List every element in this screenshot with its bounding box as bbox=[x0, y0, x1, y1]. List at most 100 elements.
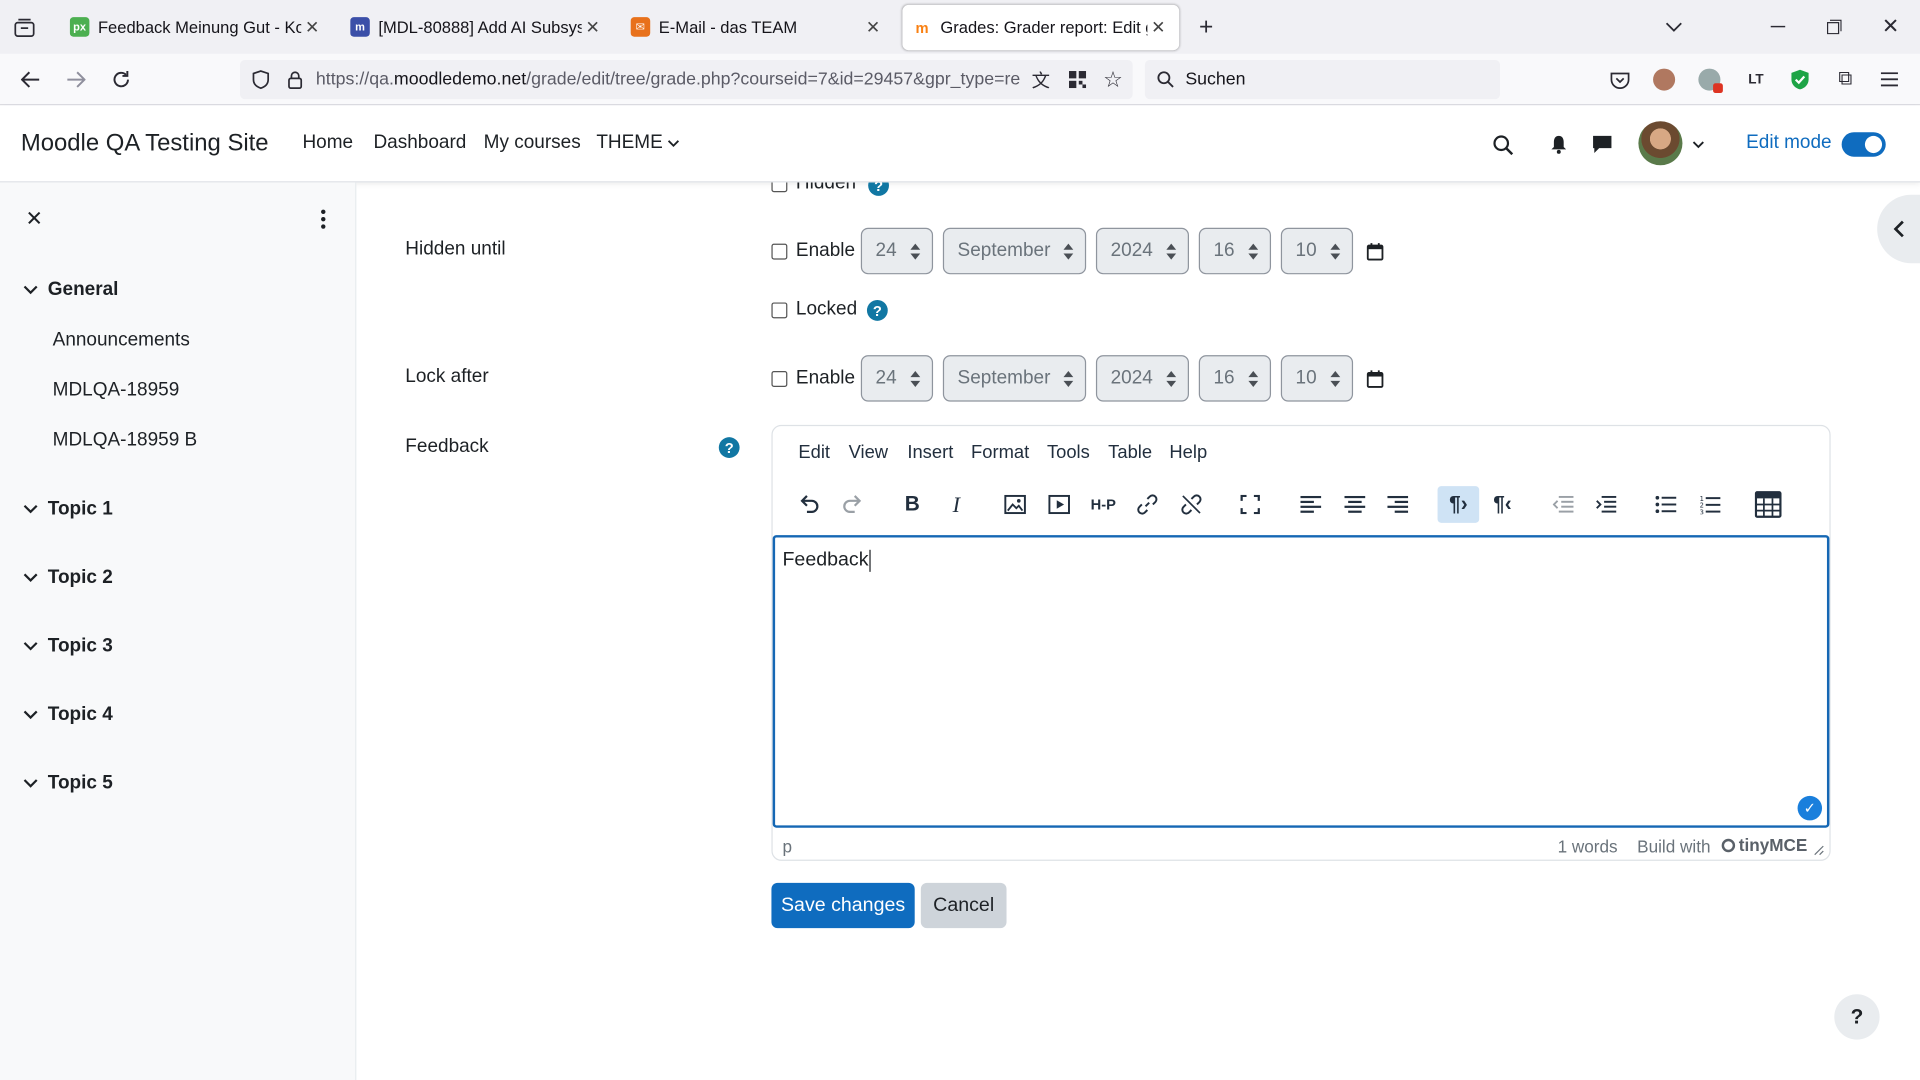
lock-after-minute-select[interactable]: 10 bbox=[1280, 355, 1354, 402]
hidden-checkbox[interactable] bbox=[771, 182, 788, 193]
new-tab-icon[interactable]: + bbox=[1194, 13, 1218, 40]
list-all-tabs-icon[interactable] bbox=[1663, 17, 1685, 37]
lock-icon[interactable] bbox=[284, 69, 306, 91]
h5p-icon[interactable]: H-P bbox=[1085, 486, 1122, 523]
close-tab-icon[interactable]: ✕ bbox=[582, 17, 604, 38]
italic-icon[interactable]: I bbox=[938, 486, 975, 523]
save-changes-button[interactable]: Save changes bbox=[771, 882, 915, 929]
cancel-button[interactable]: Cancel bbox=[920, 882, 1007, 929]
resize-handle-icon[interactable] bbox=[1813, 845, 1824, 856]
fullscreen-icon[interactable] bbox=[1232, 486, 1269, 523]
calendar-icon[interactable] bbox=[1366, 370, 1384, 388]
hidden-until-day-select[interactable]: 24 bbox=[860, 227, 934, 275]
more-options-icon[interactable] bbox=[312, 207, 334, 231]
hidden-until-minute-select[interactable]: 10 bbox=[1280, 227, 1354, 275]
browser-tab-2[interactable]: m [MDL-80888] Add AI Subsystem ✕ bbox=[350, 0, 603, 54]
user-menu-chevron-icon[interactable] bbox=[1691, 138, 1706, 150]
bold-icon[interactable]: B bbox=[894, 486, 931, 523]
menu-table[interactable]: Table bbox=[1108, 442, 1152, 463]
hidden-until-enable-checkbox[interactable] bbox=[771, 243, 788, 260]
activity-announcements[interactable]: Announcements bbox=[53, 329, 190, 351]
search-bar[interactable]: Suchen bbox=[1144, 60, 1501, 100]
align-center-icon[interactable] bbox=[1336, 486, 1373, 523]
close-drawer-icon[interactable]: ✕ bbox=[22, 207, 46, 231]
messages-icon[interactable] bbox=[1589, 132, 1613, 156]
close-window-icon[interactable]: ✕ bbox=[1878, 15, 1902, 39]
word-count[interactable]: 1 words bbox=[1558, 836, 1618, 856]
editor-content-area[interactable]: Feedback ✓ bbox=[772, 535, 1830, 828]
adblock-shield-icon[interactable] bbox=[1789, 69, 1811, 91]
hidden-until-hour-select[interactable]: 16 bbox=[1198, 227, 1272, 275]
hidden-until-year-select[interactable]: 2024 bbox=[1095, 227, 1189, 275]
rtl-direction-icon[interactable]: ¶‹ bbox=[1484, 486, 1521, 523]
menu-format[interactable]: Format bbox=[971, 442, 1029, 463]
image-icon[interactable] bbox=[997, 486, 1034, 523]
menu-icon[interactable] bbox=[1878, 69, 1900, 91]
nav-home[interactable]: Home bbox=[302, 132, 353, 154]
numbered-list-icon[interactable]: 123 bbox=[1691, 486, 1728, 523]
lock-after-year-select[interactable]: 2024 bbox=[1095, 355, 1189, 402]
browser-tab-active[interactable]: m Grades: Grader report: Edit grad ✕ bbox=[902, 4, 1180, 51]
section-topic-5[interactable]: Topic 5 bbox=[22, 773, 113, 795]
lock-after-day-select[interactable]: 24 bbox=[860, 355, 934, 402]
pocket-icon[interactable] bbox=[1608, 69, 1632, 91]
menu-tools[interactable]: Tools bbox=[1047, 442, 1090, 463]
redo-icon[interactable] bbox=[835, 486, 872, 523]
notifications-bell-icon[interactable] bbox=[1547, 132, 1571, 156]
ltr-direction-icon[interactable]: ¶› bbox=[1437, 486, 1480, 523]
lock-after-enable-checkbox[interactable] bbox=[771, 371, 788, 387]
outdent-icon[interactable] bbox=[1544, 486, 1581, 523]
lock-after-month-select[interactable]: September bbox=[942, 355, 1087, 402]
extension-icon[interactable] bbox=[1698, 68, 1723, 94]
media-icon[interactable] bbox=[1041, 486, 1078, 523]
section-general[interactable]: General bbox=[22, 279, 118, 301]
link-icon[interactable] bbox=[1129, 486, 1166, 523]
url-bar[interactable]: https://qa.moodledemo.net/grade/edit/tre… bbox=[240, 60, 1133, 100]
close-tab-icon[interactable]: ✕ bbox=[862, 17, 884, 38]
extensions-puzzle-icon[interactable]: ⧉ bbox=[1833, 69, 1857, 91]
section-topic-2[interactable]: Topic 2 bbox=[22, 567, 113, 589]
nav-theme[interactable]: THEME bbox=[596, 132, 680, 154]
hidden-until-month-select[interactable]: September bbox=[942, 227, 1087, 275]
back-icon[interactable] bbox=[17, 67, 44, 91]
forward-icon[interactable] bbox=[62, 67, 89, 91]
help-icon[interactable]: ? bbox=[866, 300, 888, 321]
tab-list-icon[interactable] bbox=[12, 17, 36, 39]
menu-help[interactable]: Help bbox=[1169, 442, 1207, 463]
activity-mdlqa-18959-b[interactable]: MDLQA-18959 B bbox=[53, 430, 198, 452]
undo-icon[interactable] bbox=[790, 486, 827, 523]
close-tab-icon[interactable]: ✕ bbox=[301, 17, 323, 38]
open-block-drawer-button[interactable] bbox=[1877, 194, 1920, 264]
menu-view[interactable]: View bbox=[849, 442, 888, 463]
element-path[interactable]: p bbox=[782, 836, 792, 856]
qr-code-icon[interactable] bbox=[1067, 69, 1089, 91]
close-tab-icon[interactable]: ✕ bbox=[1147, 17, 1169, 38]
site-name[interactable]: Moodle QA Testing Site bbox=[21, 130, 269, 158]
locked-checkbox[interactable] bbox=[771, 302, 788, 319]
table-icon[interactable] bbox=[1750, 486, 1787, 523]
section-topic-4[interactable]: Topic 4 bbox=[22, 704, 113, 726]
bullet-list-icon[interactable] bbox=[1647, 486, 1684, 523]
minimize-icon[interactable] bbox=[1766, 17, 1790, 37]
nav-dashboard[interactable]: Dashboard bbox=[373, 132, 466, 154]
indent-icon[interactable] bbox=[1587, 486, 1624, 523]
languagetool-icon[interactable]: LT bbox=[1744, 69, 1768, 91]
section-topic-1[interactable]: Topic 1 bbox=[22, 498, 113, 520]
spellcheck-check-icon[interactable]: ✓ bbox=[1797, 795, 1823, 821]
reload-icon[interactable] bbox=[108, 67, 135, 91]
profile-extension-icon[interactable] bbox=[1653, 68, 1676, 91]
align-right-icon[interactable] bbox=[1379, 486, 1416, 523]
footer-help-button[interactable]: ? bbox=[1834, 994, 1880, 1040]
align-left-icon[interactable] bbox=[1292, 486, 1329, 523]
help-icon[interactable]: ? bbox=[868, 182, 889, 196]
help-icon[interactable]: ? bbox=[718, 437, 740, 458]
section-topic-3[interactable]: Topic 3 bbox=[22, 636, 113, 658]
translate-icon[interactable]: 文 bbox=[1030, 69, 1052, 91]
shield-icon[interactable] bbox=[250, 69, 272, 91]
nav-my-courses[interactable]: My courses bbox=[484, 132, 581, 154]
lock-after-hour-select[interactable]: 16 bbox=[1198, 355, 1272, 402]
edit-mode-toggle[interactable] bbox=[1841, 132, 1886, 157]
calendar-icon[interactable] bbox=[1366, 242, 1384, 261]
menu-edit[interactable]: Edit bbox=[798, 442, 830, 463]
bookmark-star-icon[interactable]: ☆ bbox=[1101, 67, 1125, 91]
